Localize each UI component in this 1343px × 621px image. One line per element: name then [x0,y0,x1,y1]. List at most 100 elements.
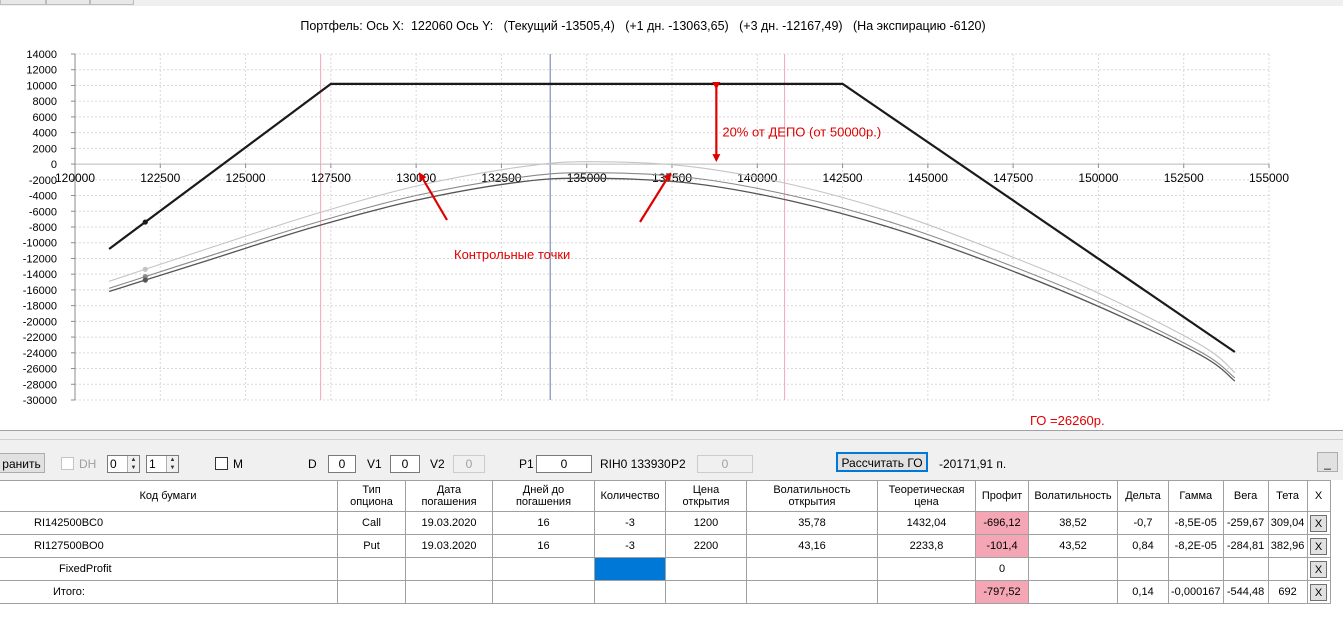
spin-stepper-1[interactable]: 0 ▲ ▼ [107,455,140,473]
v1-input[interactable]: 0 [390,455,420,473]
table-cell[interactable] [665,557,747,581]
table-cell[interactable] [337,580,406,604]
column-header[interactable]: X [1306,480,1331,512]
payoff-chart-panel[interactable]: Портфель: Ось X: 122060 Ось Y: (Текущий … [0,6,1343,430]
column-header[interactable]: Тета [1267,480,1308,512]
table-cell[interactable]: -696,12 [975,511,1029,535]
tab[interactable] [90,0,134,5]
table-cell[interactable]: -284,81 [1222,534,1269,558]
delete-row-cell[interactable]: X [1306,580,1331,604]
splitter[interactable] [0,430,1343,440]
table-cell[interactable]: -101,4 [975,534,1029,558]
column-header[interactable]: Профит [975,480,1029,512]
column-header[interactable]: Волатильность открытия [746,480,878,512]
table-cell[interactable] [1028,580,1118,604]
delete-row-cell[interactable]: X [1306,557,1331,581]
table-cell[interactable]: 2200 [665,534,747,558]
table-row[interactable]: RI142500BC0 Call 19.03.2020 16 -3 1200 35,78 14… [0,511,1331,535]
spin-up-icon[interactable]: ▲ [167,456,178,464]
delete-row-button[interactable]: X [1310,537,1328,555]
dh-checkbox[interactable] [61,457,74,470]
table-cell[interactable]: RI142500BC0 [0,511,338,535]
table-cell[interactable]: 309,04 [1267,511,1308,535]
table-cell[interactable] [405,557,493,581]
spin-down-icon[interactable]: ▼ [128,464,139,472]
minimize-button[interactable]: _ [1317,452,1338,472]
table-cell[interactable] [877,557,976,581]
table-cell[interactable]: -0,000167 [1168,580,1224,604]
table-row[interactable]: Итого: -797,52 0,14 -0,000167 -544,48 692 X [0,580,1331,604]
table-cell[interactable]: FixedProfit [0,557,338,581]
spin-down-icon[interactable]: ▼ [167,464,178,472]
table-cell[interactable]: 2233,8 [877,534,976,558]
table-cell[interactable]: -8,5E-05 [1168,511,1224,535]
table-cell[interactable] [665,580,747,604]
table-cell[interactable]: Итого: [0,580,338,604]
table-cell[interactable]: RI127500BO0 [0,534,338,558]
p2-input[interactable]: 0 [697,455,753,473]
column-header[interactable]: Гамма [1168,480,1224,512]
table-cell[interactable] [877,580,976,604]
table-cell[interactable] [1168,557,1224,581]
column-header[interactable]: Теоретическая цена [877,480,976,512]
column-header[interactable]: Дата погашения [405,480,493,512]
column-header[interactable]: Тип опциона [337,480,406,512]
table-cell[interactable]: 43,52 [1028,534,1118,558]
table-cell[interactable]: 16 [492,534,595,558]
delete-row-button[interactable]: X [1310,560,1328,578]
table-cell[interactable]: -544,48 [1222,580,1269,604]
table-cell[interactable]: -3 [594,511,666,535]
table-cell[interactable] [1117,557,1169,581]
table-cell[interactable] [594,557,666,581]
column-header[interactable]: Дельта [1117,480,1169,512]
column-header[interactable]: Количество [594,480,666,512]
table-cell[interactable]: -259,67 [1222,511,1269,535]
table-cell[interactable]: 43,16 [746,534,878,558]
table-row[interactable]: RI127500BO0 Put 19.03.2020 16 -3 2200 43,16 223… [0,534,1331,558]
table-cell[interactable]: -3 [594,534,666,558]
table-cell[interactable]: Put [337,534,406,558]
table-cell[interactable]: 19.03.2020 [405,534,493,558]
table-cell[interactable]: 0 [975,557,1029,581]
tab[interactable] [0,0,46,5]
table-cell[interactable] [1028,557,1118,581]
table-cell[interactable] [594,580,666,604]
positions-grid[interactable]: Код бумаги Тип опциона Дата погашения Дней … [0,480,1343,621]
table-cell[interactable]: 1432,04 [877,511,976,535]
column-header[interactable]: Код бумаги [0,480,338,512]
table-cell[interactable] [746,580,878,604]
table-cell[interactable]: 692 [1267,580,1308,604]
calculate-go-button[interactable]: Рассчитать ГО [836,452,928,472]
table-cell[interactable]: 16 [492,511,595,535]
v2-input[interactable]: 0 [453,455,485,473]
control-point-current[interactable] [142,277,148,283]
table-cell[interactable]: 382,96 [1267,534,1308,558]
spin-stepper-2[interactable]: 1 ▲ ▼ [146,455,179,473]
control-point-expiration[interactable] [142,219,148,225]
table-cell[interactable]: -797,52 [975,580,1029,604]
table-cell[interactable]: 35,78 [746,511,878,535]
table-cell[interactable]: -0,7 [1117,511,1169,535]
table-cell[interactable]: 19.03.2020 [405,511,493,535]
table-cell[interactable] [492,557,595,581]
table-cell[interactable] [492,580,595,604]
column-header[interactable]: Волатильность [1028,480,1118,512]
delete-row-cell[interactable]: X [1306,511,1331,535]
table-cell[interactable] [746,557,878,581]
table-cell[interactable] [405,580,493,604]
d-input[interactable]: 0 [328,455,356,473]
table-cell[interactable]: 1200 [665,511,747,535]
m-checkbox[interactable] [215,457,228,470]
p1-input[interactable]: 0 [536,455,592,473]
control-point-day3[interactable] [142,266,148,272]
save-button[interactable]: ранить [0,453,45,473]
table-cell[interactable]: Call [337,511,406,535]
table-cell[interactable]: -8,2E-05 [1168,534,1224,558]
table-cell[interactable] [1267,557,1308,581]
payoff-chart[interactable]: 14000 12000 10000 8000 6000 4000 2000 0 -2000 -40… [0,6,1343,430]
table-cell[interactable] [337,557,406,581]
column-header[interactable]: Цена открытия [665,480,747,512]
table-cell[interactable]: 0,84 [1117,534,1169,558]
delete-row-button[interactable]: X [1310,514,1328,532]
delete-row-button[interactable]: X [1310,583,1328,601]
